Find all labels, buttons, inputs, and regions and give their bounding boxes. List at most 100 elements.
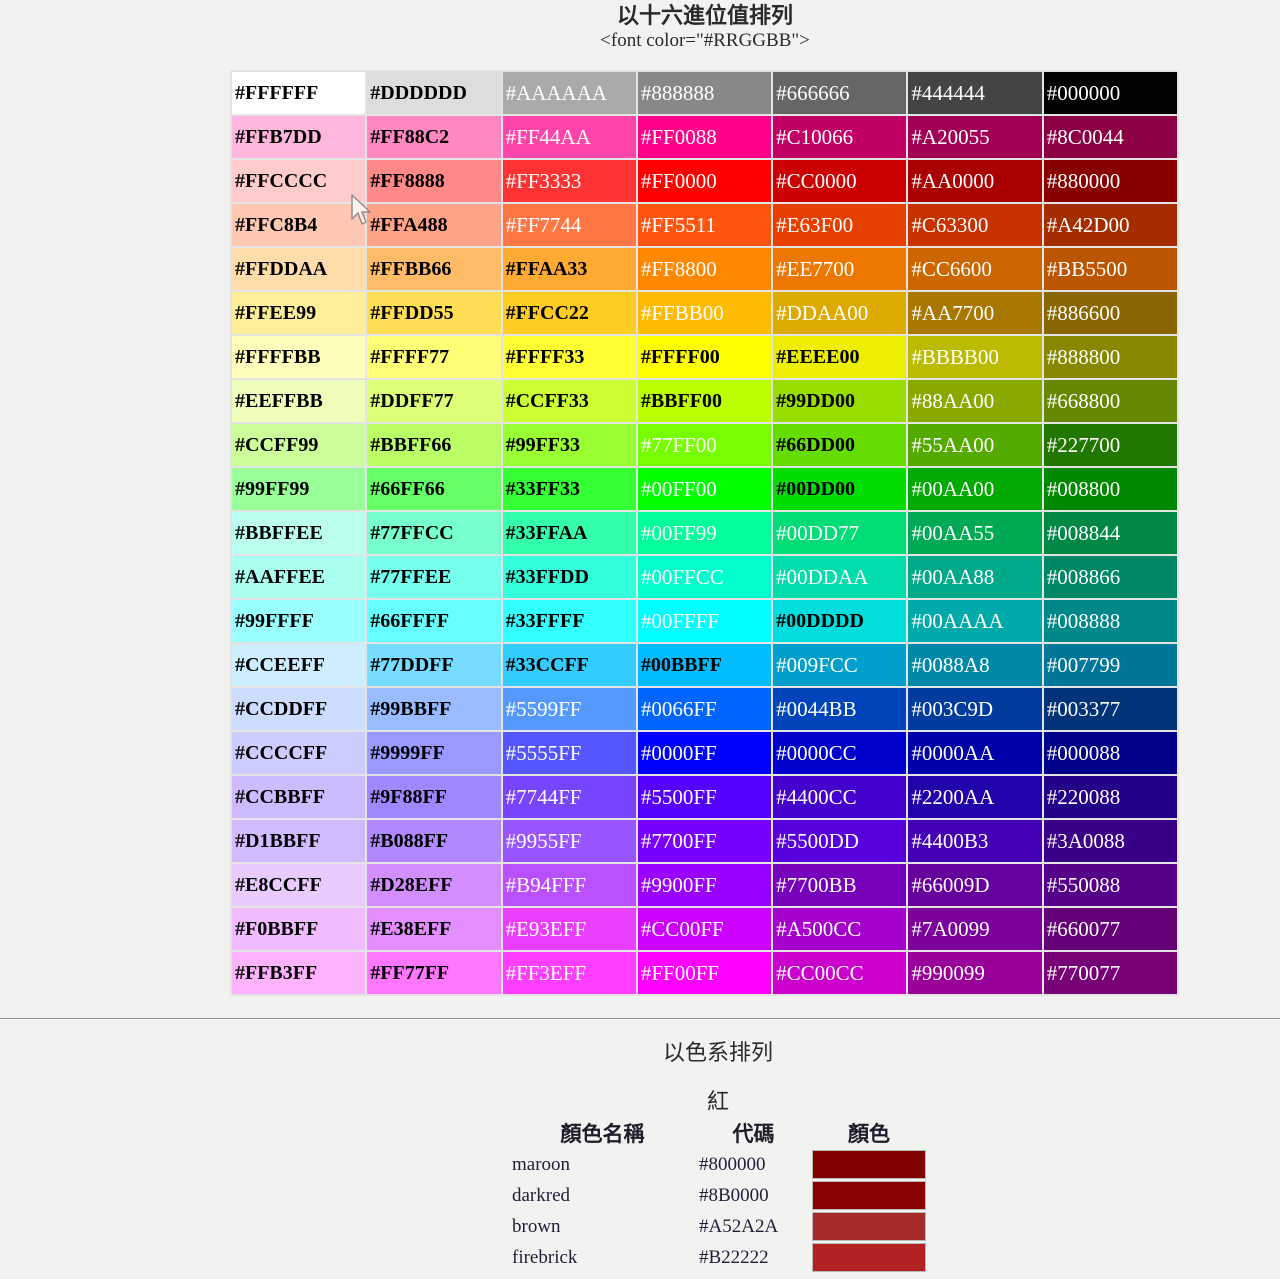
header-color-code: 代碼 bbox=[732, 1122, 775, 1146]
color-cell: #E8CCFF bbox=[232, 864, 366, 906]
color-cell: #5599FF bbox=[502, 688, 636, 730]
color-cell: #66FFFF bbox=[367, 600, 501, 642]
color-row: #BBFFEE #77FFCC #33FFAA #00FF99 #00DD77 #00AA… bbox=[232, 512, 1177, 554]
color-cell: #770077 bbox=[1043, 952, 1177, 994]
color-cell: #CCCCFF bbox=[232, 732, 366, 774]
color-name: brown bbox=[512, 1216, 561, 1237]
color-cell: #FFFFBB bbox=[232, 336, 366, 378]
color-cell: #FFFF77 bbox=[367, 336, 501, 378]
color-cell: #99FF33 bbox=[502, 424, 636, 466]
color-cell: #FF44AA bbox=[502, 116, 636, 158]
color-cell: #FF0000 bbox=[637, 160, 772, 202]
color-cell: #888800 bbox=[1043, 336, 1177, 378]
color-cell: #FFA488 bbox=[367, 204, 501, 246]
color-cell: #FF0088 bbox=[637, 116, 772, 158]
table-row: darkred #8B0000 bbox=[510, 1181, 926, 1210]
color-cell: #AA0000 bbox=[908, 160, 1042, 202]
color-cell: #550088 bbox=[1043, 864, 1177, 906]
color-cell: #33FFAA bbox=[502, 512, 636, 554]
color-cell: #99BBFF bbox=[367, 688, 501, 730]
color-cell: #00FF00 bbox=[637, 468, 772, 510]
color-cell: #88AA00 bbox=[908, 380, 1042, 422]
color-cell: #7744FF bbox=[502, 776, 636, 818]
color-cell: #FF3333 bbox=[502, 160, 636, 202]
color-cell: #FFFFFF bbox=[232, 72, 366, 114]
color-cell: #CC6600 bbox=[908, 248, 1042, 290]
color-cell: #EEEE00 bbox=[773, 336, 907, 378]
section-title: 以色系排列 bbox=[662, 1040, 773, 1065]
color-cell: #FF8800 bbox=[637, 248, 772, 290]
color-cell: #E93EFF bbox=[502, 908, 636, 950]
color-cell: #CCFF99 bbox=[232, 424, 366, 466]
color-cell: #DDDDDD bbox=[367, 72, 501, 114]
color-cell: #9955FF bbox=[502, 820, 636, 862]
color-cell: #9900FF bbox=[637, 864, 772, 906]
color-cell: #A20055 bbox=[908, 116, 1042, 158]
color-cell: #99DD00 bbox=[773, 380, 907, 422]
color-name: darkred bbox=[512, 1185, 571, 1206]
color-cell: #00AA55 bbox=[908, 512, 1042, 554]
color-cell: #00BBFF bbox=[637, 644, 772, 686]
color-cell: #00DD77 bbox=[773, 512, 907, 554]
color-cell: #D1BBFF bbox=[232, 820, 366, 862]
color-row: #D1BBFF #B088FF #9955FF #7700FF #5500DD #4400… bbox=[232, 820, 1177, 862]
color-cell: #0088A8 bbox=[908, 644, 1042, 686]
color-cell: #99FF99 bbox=[232, 468, 366, 510]
color-cell: #7700BB bbox=[773, 864, 907, 906]
color-cell: #AAFFEE bbox=[232, 556, 366, 598]
color-cell: #77FFCC bbox=[367, 512, 501, 554]
color-cell: #DDAA00 bbox=[773, 292, 907, 334]
color-cell: #4400CC bbox=[773, 776, 907, 818]
color-row: #E8CCFF #D28EFF #B94FFF #9900FF #7700BB #6600… bbox=[232, 864, 1177, 906]
color-cell: #B088FF bbox=[367, 820, 501, 862]
color-cell: #0044BB bbox=[773, 688, 907, 730]
color-cell: #FFB7DD bbox=[232, 116, 366, 158]
color-cell: #00DDDD bbox=[773, 600, 907, 642]
color-row: #99FFFF #66FFFF #33FFFF #00FFFF #00DDDD #00AA… bbox=[232, 600, 1177, 642]
color-name: maroon bbox=[512, 1154, 571, 1175]
page-subtitle: <font color="#RRGGBB"> bbox=[600, 30, 810, 51]
color-cell: #444444 bbox=[908, 72, 1042, 114]
color-cell: #CCEEFF bbox=[232, 644, 366, 686]
color-cell: #FF5511 bbox=[637, 204, 772, 246]
color-cell: #FF7744 bbox=[502, 204, 636, 246]
color-row: #FFFFFF #DDDDDD #AAAAAA #888888 #666666 #4444… bbox=[232, 72, 1177, 114]
color-cell: #C63300 bbox=[908, 204, 1042, 246]
color-swatch bbox=[812, 1181, 926, 1210]
color-cell: #CC00CC bbox=[773, 952, 907, 994]
color-cell: #77DDFF bbox=[367, 644, 501, 686]
color-cell: #CC0000 bbox=[773, 160, 907, 202]
color-cell: #7A0099 bbox=[908, 908, 1042, 950]
color-row: #F0BBFF #E38EFF #E93EFF #CC00FF #A500CC #7A00… bbox=[232, 908, 1177, 950]
color-cell: #CCBBFF bbox=[232, 776, 366, 818]
color-row: #CCDDFF #99BBFF #5599FF #0066FF #0044BB #003C… bbox=[232, 688, 1177, 730]
color-cell: #0000CC bbox=[773, 732, 907, 774]
color-code: #800000 bbox=[699, 1154, 766, 1175]
color-cell: #FF77FF bbox=[367, 952, 501, 994]
color-swatch bbox=[812, 1243, 926, 1272]
color-cell: #00FFCC bbox=[637, 556, 772, 598]
color-cell: #E38EFF bbox=[367, 908, 501, 950]
color-cell: #BBFF00 bbox=[637, 380, 772, 422]
color-cell: #77FFEE bbox=[367, 556, 501, 598]
color-row: #FFDDAA #FFBB66 #FFAA33 #FF8800 #EE7700 #CC66… bbox=[232, 248, 1177, 290]
color-cell: #CC00FF bbox=[637, 908, 772, 950]
color-cell: #B94FFF bbox=[502, 864, 636, 906]
color-cell: #BBFFEE bbox=[232, 512, 366, 554]
color-cell: #FF00FF bbox=[637, 952, 772, 994]
color-cell: #9F88FF bbox=[367, 776, 501, 818]
color-cell: #00DDAA bbox=[773, 556, 907, 598]
color-cell: #003C9D bbox=[908, 688, 1042, 730]
table-row: brown #A52A2A bbox=[510, 1212, 926, 1241]
color-cell: #33FFFF bbox=[502, 600, 636, 642]
color-cell: #000088 bbox=[1043, 732, 1177, 774]
color-cell: #007799 bbox=[1043, 644, 1177, 686]
color-row: #99FF99 #66FF66 #33FF33 #00FF00 #00DD00 #00AA… bbox=[232, 468, 1177, 510]
color-cell: #EEFFBB bbox=[232, 380, 366, 422]
color-cell: #FFAA33 bbox=[502, 248, 636, 290]
header-color-swatch: 顏色 bbox=[848, 1122, 890, 1146]
color-row: #AAFFEE #77FFEE #33FFDD #00FFCC #00DDAA #00AA… bbox=[232, 556, 1177, 598]
color-cell: #33FFDD bbox=[502, 556, 636, 598]
color-cell: #FFCCCC bbox=[232, 160, 366, 202]
horizontal-rule bbox=[0, 1018, 1280, 1020]
